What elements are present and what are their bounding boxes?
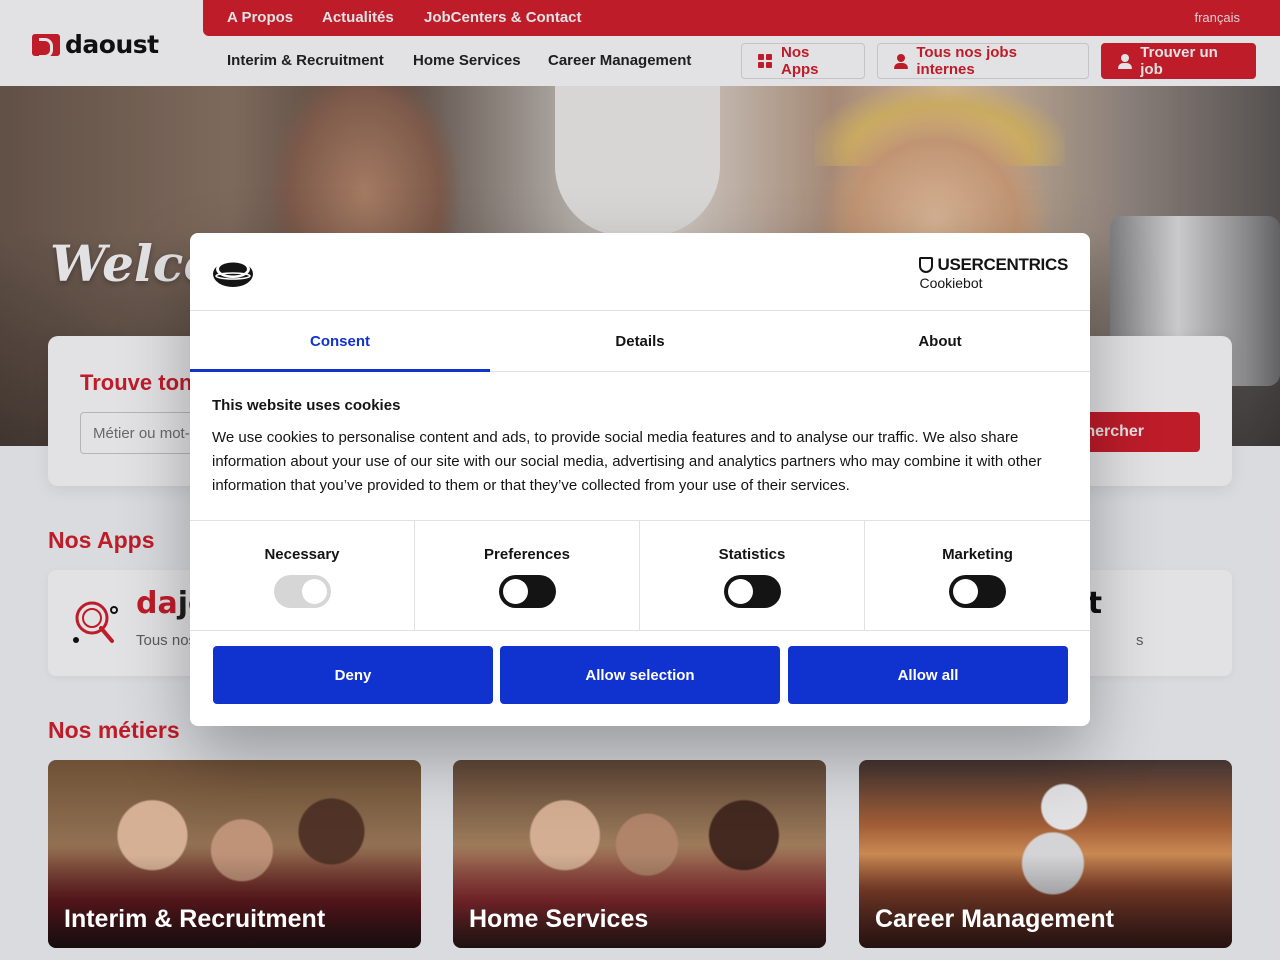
- category-label: Statistics: [718, 546, 786, 563]
- dialog-header: USERCENTRICS Cookiebot: [190, 233, 1090, 311]
- allow-all-button[interactable]: Allow all: [788, 646, 1068, 704]
- category-label: Necessary: [264, 546, 340, 563]
- usercentrics-brand[interactable]: USERCENTRICS Cookiebot: [919, 255, 1068, 291]
- allow-selection-button[interactable]: Allow selection: [500, 646, 780, 704]
- category-statistics: Statistics: [640, 521, 865, 630]
- tab-details[interactable]: Details: [490, 311, 790, 372]
- cookie-heading: This website uses cookies: [212, 397, 401, 414]
- deny-button[interactable]: Deny: [213, 646, 493, 704]
- category-marketing: Marketing: [865, 521, 1090, 630]
- cookie-description: We use cookies to personalise content an…: [212, 429, 1042, 494]
- marketing-toggle[interactable]: [949, 575, 1006, 608]
- necessary-toggle: [274, 575, 331, 608]
- preferences-toggle[interactable]: [499, 575, 556, 608]
- shield-icon: [919, 257, 934, 273]
- category-label: Preferences: [484, 546, 570, 563]
- cookie-consent-dialog: USERCENTRICS Cookiebot Consent Details A…: [190, 233, 1090, 726]
- category-preferences: Preferences: [415, 521, 640, 630]
- metier-label: Interim & Recruitment: [64, 905, 326, 933]
- category-necessary: Necessary: [190, 521, 415, 630]
- cookie-categories: Necessary Preferences Statistics Marketi…: [190, 520, 1090, 631]
- metier-label: Career Management: [875, 905, 1114, 933]
- metier-label: Home Services: [469, 905, 649, 933]
- dialog-tabs: Consent Details About: [190, 311, 1090, 372]
- tab-consent[interactable]: Consent: [190, 311, 490, 372]
- cookie-logo-icon: [213, 260, 253, 287]
- category-label: Marketing: [942, 546, 1013, 563]
- tab-about[interactable]: About: [790, 311, 1090, 372]
- statistics-toggle[interactable]: [724, 575, 781, 608]
